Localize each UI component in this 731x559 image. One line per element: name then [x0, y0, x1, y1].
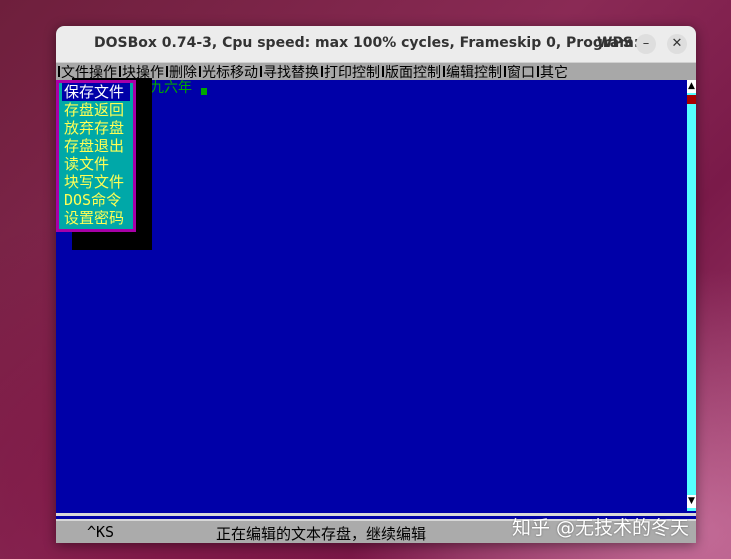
- menu-item-save-exit[interactable]: 存盘退出: [64, 137, 128, 155]
- minimize-icon: –: [642, 36, 650, 51]
- menu-find[interactable]: 寻找替换: [263, 63, 319, 82]
- minimize-button[interactable]: –: [636, 34, 656, 54]
- dosbox-window: DOSBox 0.74-3, Cpu speed: max 100% cycle…: [56, 26, 696, 543]
- window-title: DOSBox 0.74-3, Cpu speed: max 100% cycle…: [94, 35, 640, 51]
- vertical-scrollbar[interactable]: [687, 80, 696, 511]
- scroll-up-icon[interactable]: ▲: [687, 80, 696, 93]
- menu-separator: [537, 66, 539, 77]
- menu-layout[interactable]: 版面控制: [385, 63, 441, 82]
- menu-edit[interactable]: 编辑控制: [446, 63, 502, 82]
- menu-item-save-return[interactable]: 存盘返回: [64, 101, 128, 119]
- menu-separator: [382, 66, 384, 77]
- menu-item-dos-command[interactable]: DOS命令: [64, 191, 128, 209]
- menu-print[interactable]: 打印控制: [324, 63, 380, 82]
- scroll-thumb[interactable]: [687, 95, 696, 104]
- menu-separator: [119, 66, 121, 77]
- status-message: 正在编辑的文本存盘，继续编辑: [216, 525, 427, 543]
- menu-separator: [260, 66, 262, 77]
- close-icon: ✕: [671, 36, 683, 51]
- dos-screen[interactable]: 文件操作 块操作 删除 光标移动 寻找替换 打印控制 版面控制 编辑控制 窗口 …: [56, 63, 696, 543]
- menu-item-discard[interactable]: 放弃存盘: [64, 119, 128, 137]
- menu-cursor[interactable]: 光标移动: [202, 63, 258, 82]
- scroll-down-icon[interactable]: ▼: [687, 495, 696, 508]
- menu-other[interactable]: 其它: [540, 63, 568, 82]
- program-name: WPS: [597, 35, 633, 51]
- close-button[interactable]: ✕: [667, 34, 687, 54]
- menu-item-save-file[interactable]: 保存文件: [62, 83, 130, 101]
- menu-separator: [58, 66, 60, 77]
- text-cursor: [201, 88, 207, 95]
- file-menu-dropdown: 保存文件 存盘返回 放弃存盘 存盘退出 读文件 块写文件 DOS命令 设置密码: [56, 80, 136, 232]
- status-key-command: ^KS: [87, 523, 115, 541]
- menu-separator: [321, 66, 323, 77]
- menu-item-block-write[interactable]: 块写文件: [64, 173, 128, 191]
- menu-bar: 文件操作 块操作 删除 光标移动 寻找替换 打印控制 版面控制 编辑控制 窗口 …: [56, 63, 696, 82]
- menu-separator: [504, 66, 506, 77]
- menu-window[interactable]: 窗口: [507, 63, 535, 82]
- menu-separator: [199, 66, 201, 77]
- menu-item-read-file[interactable]: 读文件: [64, 155, 128, 173]
- menu-item-set-password[interactable]: 设置密码: [64, 209, 128, 227]
- title-bar[interactable]: DOSBox 0.74-3, Cpu speed: max 100% cycle…: [56, 26, 696, 63]
- zhihu-watermark: 知乎 @无技术的冬天: [512, 517, 690, 539]
- menu-separator: [443, 66, 445, 77]
- menu-separator: [166, 66, 168, 77]
